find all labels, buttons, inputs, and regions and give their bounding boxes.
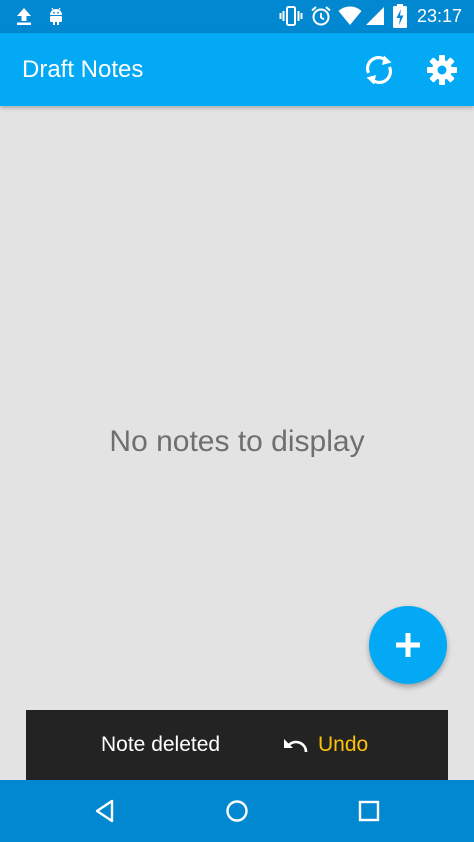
sync-icon xyxy=(365,55,393,85)
status-bar: 23:17 xyxy=(0,0,474,33)
home-icon xyxy=(226,800,248,822)
battery-charging-icon xyxy=(393,4,407,28)
wifi-icon xyxy=(338,6,362,25)
status-time: 23:17 xyxy=(416,6,462,26)
recents-icon xyxy=(358,800,380,822)
app-bar: Draft Notes xyxy=(0,33,474,106)
upload-icon xyxy=(17,8,31,25)
back-button[interactable] xyxy=(85,791,125,831)
plus-icon xyxy=(396,633,420,657)
navigation-bar xyxy=(0,780,474,842)
snackbar: Note deleted Undo xyxy=(26,710,448,780)
vibrate-icon xyxy=(279,6,303,26)
add-note-button[interactable] xyxy=(369,606,447,684)
recents-button[interactable] xyxy=(349,791,389,831)
snackbar-message: Note deleted xyxy=(101,733,221,756)
screen: 23:17 Draft Notes No notes to display No… xyxy=(0,0,474,842)
undo-label: Undo xyxy=(318,733,369,756)
empty-state-message: No notes to display xyxy=(109,425,365,458)
settings-button[interactable] xyxy=(423,51,461,89)
app-title: Draft Notes xyxy=(22,56,144,83)
android-icon xyxy=(50,7,62,25)
signal-icon xyxy=(366,7,384,25)
sync-button[interactable] xyxy=(360,51,398,89)
undo-icon xyxy=(284,739,308,753)
alarm-icon xyxy=(311,6,331,26)
back-icon xyxy=(95,799,114,823)
settings-gear-icon xyxy=(427,55,457,85)
home-button[interactable] xyxy=(217,791,257,831)
